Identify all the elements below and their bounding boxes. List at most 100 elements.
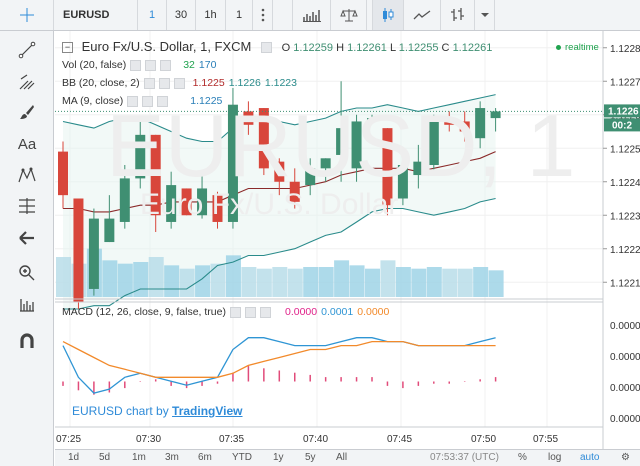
candle-body bbox=[212, 195, 223, 222]
macd-hist-bar bbox=[124, 381, 126, 389]
tool-measure[interactable] bbox=[12, 291, 42, 317]
volume-bar bbox=[488, 270, 504, 297]
candle-body bbox=[289, 181, 300, 202]
auto-toggle[interactable]: auto bbox=[580, 452, 599, 463]
price-tick-label: 1.1222 bbox=[610, 245, 640, 256]
percent-toggle[interactable]: % bbox=[518, 452, 527, 463]
macd-hist-bar bbox=[371, 377, 373, 382]
close-icon[interactable] bbox=[259, 306, 271, 318]
eye-icon[interactable] bbox=[127, 95, 139, 107]
open-value: 1.12259 bbox=[293, 42, 334, 54]
symbol-search[interactable]: EURUSD bbox=[54, 0, 138, 30]
bb-value-1: 1.1225 bbox=[192, 77, 225, 89]
candles-style-button[interactable] bbox=[373, 0, 404, 30]
range-1y[interactable]: 1y bbox=[273, 452, 284, 463]
interval-1h[interactable]: 1h bbox=[196, 0, 226, 30]
eye-icon[interactable] bbox=[143, 77, 155, 89]
magnet-icon bbox=[20, 333, 34, 348]
range-1d[interactable]: 1d bbox=[68, 452, 79, 463]
bars-style-button[interactable] bbox=[441, 0, 475, 30]
macd-hist-bar bbox=[355, 377, 358, 382]
settings-gear-icon[interactable]: ⚙ bbox=[621, 452, 630, 463]
macd-hist-bar bbox=[247, 366, 250, 382]
macd-hist-bar bbox=[170, 381, 172, 386]
candle-body bbox=[274, 161, 285, 182]
crosshair-toggle[interactable] bbox=[0, 0, 54, 30]
gear-icon[interactable] bbox=[145, 59, 157, 71]
gear-icon[interactable] bbox=[244, 306, 256, 318]
price-tick-label: 1.1228 bbox=[610, 44, 640, 55]
range-all[interactable]: All bbox=[336, 452, 347, 463]
macd-tick-label: 0.0000 bbox=[610, 321, 640, 332]
tool-fibonacci[interactable] bbox=[12, 193, 42, 219]
interval-menu-button[interactable] bbox=[253, 0, 273, 30]
collapse-legend-icon[interactable]: − bbox=[62, 42, 73, 54]
macd-axis: 0.0000 0.0000 0.0000 0.0000 bbox=[610, 321, 640, 425]
vol-legend[interactable]: Vol (20, false) 32 170 bbox=[62, 59, 216, 71]
compare-scale-button[interactable] bbox=[331, 0, 367, 30]
price-axis[interactable]: 1.1228 1.1227 1.1226 1.1225 1.1224 1.1223 1.12… bbox=[603, 44, 640, 290]
tool-trend-line[interactable] bbox=[12, 37, 42, 63]
close-icon[interactable] bbox=[157, 95, 169, 107]
macd-hist-bar bbox=[294, 372, 296, 382]
candle-body bbox=[490, 111, 501, 119]
last-price-label: 1.1226 bbox=[608, 106, 639, 117]
ohlc-bars-icon bbox=[450, 8, 464, 21]
tradingview-brand[interactable]: EURUSD chart by TradingView bbox=[72, 404, 243, 418]
range-ytd[interactable]: YTD bbox=[232, 452, 252, 463]
time-axis[interactable]: 07:25 07:30 07:35 07:40 07:45 07:50 07:55 bbox=[56, 434, 558, 445]
candle-body bbox=[181, 188, 192, 216]
tool-text[interactable]: Aa bbox=[12, 131, 42, 157]
bb-legend[interactable]: BB (20, close, 2) 1.1225 1.1226 1.1223 bbox=[62, 77, 297, 89]
ma-legend[interactable]: MA (9, close) 1.1225 bbox=[62, 95, 222, 107]
macd-hist-bar bbox=[448, 381, 450, 384]
utc-clock[interactable]: 07:53:37 (UTC) bbox=[430, 452, 499, 463]
tool-magnet[interactable] bbox=[12, 328, 42, 354]
main-legend: − Euro Fx/U.S. Dollar, 1, FXCM O 1.12259… bbox=[62, 39, 492, 54]
candle-body bbox=[88, 218, 99, 289]
macd-hist-bar bbox=[463, 381, 466, 382]
chart-area[interactable]: 1.12281.12271.12261.12251.12241.12231.12… bbox=[55, 31, 640, 449]
bb-value-3: 1.1223 bbox=[264, 77, 297, 89]
eye-icon[interactable] bbox=[229, 306, 241, 318]
macd-legend[interactable]: MACD (12, 26, close, 9, false, true) 0.0… bbox=[62, 306, 389, 318]
eye-icon[interactable] bbox=[130, 59, 142, 71]
tool-pitchfork[interactable] bbox=[12, 69, 42, 95]
legend-settings-icon[interactable] bbox=[261, 42, 273, 54]
gear-icon[interactable] bbox=[158, 77, 170, 89]
crosshair-icon bbox=[19, 8, 34, 22]
close-icon[interactable] bbox=[160, 59, 172, 71]
interval-1m[interactable]: 1 bbox=[138, 0, 167, 30]
log-toggle[interactable]: log bbox=[548, 452, 561, 463]
close-value: 1.12261 bbox=[452, 42, 493, 54]
range-6m[interactable]: 6m bbox=[198, 452, 212, 463]
range-1m[interactable]: 1m bbox=[132, 452, 146, 463]
candle-body bbox=[197, 188, 208, 216]
chart-canvas[interactable]: 1.12281.12271.12261.12251.12241.12231.12… bbox=[55, 31, 640, 449]
drawing-toolbar: Aa bbox=[0, 31, 54, 466]
volume-bar bbox=[256, 268, 272, 297]
range-5d[interactable]: 5d bbox=[99, 452, 110, 463]
tool-patterns[interactable] bbox=[12, 162, 42, 188]
candle-body bbox=[428, 121, 439, 165]
tool-brush[interactable] bbox=[12, 99, 42, 125]
tool-arrow[interactable] bbox=[12, 225, 42, 251]
interval-30m[interactable]: 30 bbox=[167, 0, 196, 30]
indicators-button[interactable] bbox=[293, 0, 331, 30]
compare-button[interactable] bbox=[273, 0, 293, 30]
macd-hist-bar bbox=[494, 377, 497, 382]
tradingview-link[interactable]: TradingView bbox=[172, 404, 242, 418]
range-3m[interactable]: 3m bbox=[165, 452, 179, 463]
interval-custom[interactable]: 1 bbox=[226, 0, 253, 30]
chart-style-menu[interactable] bbox=[475, 0, 495, 30]
vol-value-1: 32 bbox=[183, 59, 195, 71]
macd-value-1: 0.0000 bbox=[284, 306, 318, 318]
tool-zoom[interactable] bbox=[12, 260, 42, 286]
line-style-button[interactable] bbox=[404, 0, 441, 30]
gear-icon[interactable] bbox=[142, 95, 154, 107]
close-icon[interactable] bbox=[173, 77, 185, 89]
time-tick-label: 07:25 bbox=[56, 434, 81, 445]
candle-body bbox=[382, 128, 393, 206]
volume-bar bbox=[210, 263, 226, 297]
range-5y[interactable]: 5y bbox=[305, 452, 316, 463]
